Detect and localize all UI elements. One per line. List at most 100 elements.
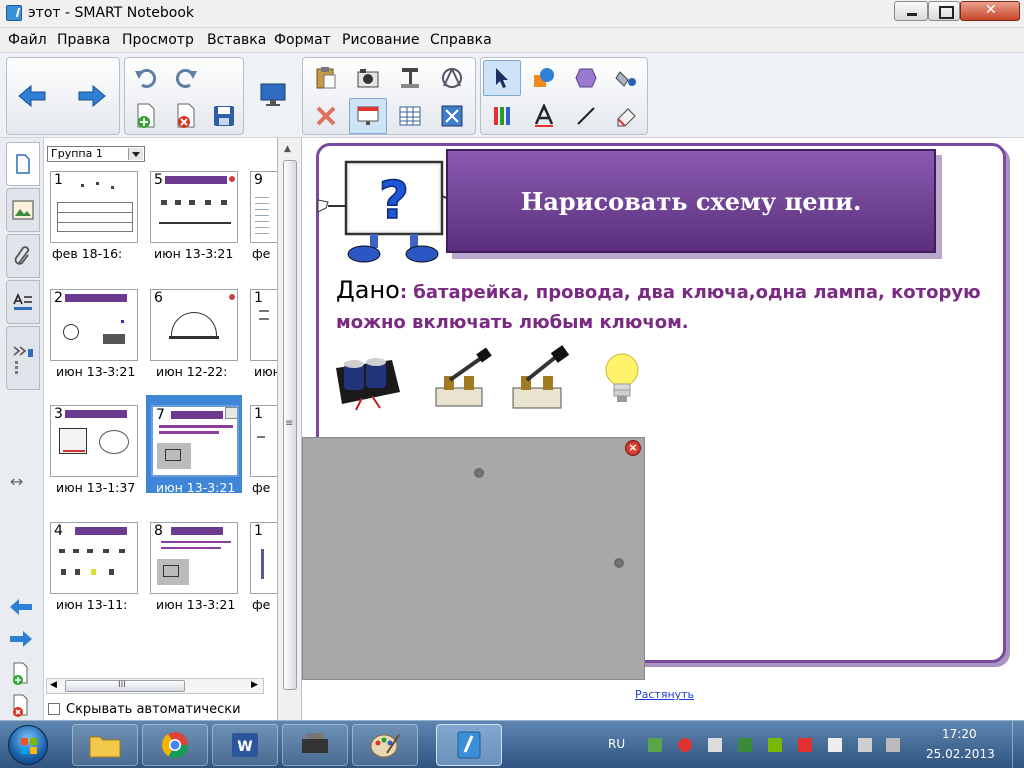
scroll-thumb[interactable]: III [65, 680, 185, 692]
magic-eraser-button[interactable] [567, 60, 605, 96]
menu-insert[interactable]: Вставка [207, 32, 266, 48]
taskbar-paint[interactable] [352, 724, 418, 766]
page-thumbnail-11[interactable]: 1 [250, 405, 277, 477]
screen-shade-button[interactable] [349, 98, 387, 134]
clock-time[interactable]: 17:20 [942, 727, 977, 741]
sorter-horizontal-scrollbar[interactable]: ◀ III ▶ [46, 678, 264, 694]
group-select[interactable]: Группа 1 [47, 146, 145, 162]
show-desktop-button[interactable] [1012, 721, 1024, 768]
back-button[interactable] [13, 58, 51, 134]
fill-button[interactable] [607, 60, 645, 96]
text-button[interactable] [525, 98, 563, 134]
add-page-icon [13, 662, 28, 685]
autohide-checkbox[interactable] [48, 703, 60, 715]
page-number: 1 [254, 406, 263, 422]
delete-button[interactable] [307, 98, 345, 134]
add-page-button[interactable] [127, 98, 165, 134]
menu-help[interactable]: Справка [430, 32, 492, 48]
shade-handle[interactable] [614, 558, 624, 568]
sidebar-delete-page-button[interactable] [10, 694, 32, 721]
antivirus-icon[interactable] [678, 738, 692, 752]
table-button[interactable] [391, 98, 429, 134]
eraser-icon [575, 68, 597, 88]
language-indicator[interactable]: RU [608, 737, 625, 751]
scroll-left-icon[interactable]: ◀ [50, 680, 57, 690]
page-number: 1 [254, 290, 263, 306]
page-thumbnail-label: июн 13-3:21 [56, 364, 136, 379]
redo-button[interactable] [167, 60, 205, 96]
start-button[interactable] [8, 725, 48, 765]
taskbar-smart-notebook[interactable] [436, 724, 502, 766]
maximize-button[interactable] [928, 1, 960, 21]
page-thumbnail-5[interactable]: 5 [150, 171, 238, 243]
speaker-icon[interactable] [886, 738, 900, 752]
shade-handle[interactable] [474, 468, 484, 478]
nvidia-icon[interactable] [768, 738, 782, 752]
monitor-icon[interactable] [858, 738, 872, 752]
taskbar-word[interactable]: W [212, 724, 278, 766]
screen-shade-panel[interactable]: × [302, 437, 645, 680]
undo-button[interactable] [127, 60, 165, 96]
tab-gallery[interactable] [6, 188, 40, 232]
camera-button[interactable] [349, 60, 387, 96]
network-icon[interactable] [648, 738, 662, 752]
page-thumbnail-7[interactable]: 7 [151, 405, 239, 477]
flag-icon[interactable] [828, 738, 842, 752]
scroll-right-icon[interactable]: ▶ [251, 680, 258, 690]
pens-button[interactable] [483, 98, 521, 134]
shield-icon[interactable] [798, 738, 812, 752]
paste-button[interactable] [307, 60, 345, 96]
page-canvas[interactable]: ? Нарисовать схему цепи. Дано: батарейка… [302, 138, 1024, 720]
forward-button[interactable] [73, 58, 111, 134]
menu-file[interactable]: Файл [8, 32, 47, 48]
save-button[interactable] [205, 98, 243, 134]
minimize-button[interactable] [894, 1, 928, 21]
resize-arrows-icon[interactable]: ↔ [10, 472, 23, 491]
sync-icon[interactable] [738, 738, 752, 752]
page-thumbnail-12[interactable]: 1 [250, 522, 277, 594]
stretch-link[interactable]: Растянуть [635, 688, 694, 701]
tab-page-sorter[interactable] [6, 142, 40, 186]
tab-attachments[interactable] [6, 234, 40, 278]
eraser-button[interactable] [607, 98, 645, 134]
tab-properties[interactable] [6, 280, 40, 324]
document-camera-button[interactable] [391, 60, 429, 96]
taskbar-document-camera[interactable] [282, 724, 348, 766]
page-thumbnail-4[interactable]: 4 [50, 522, 138, 594]
select-button[interactable] [483, 60, 521, 96]
fullscreen-button[interactable] [433, 98, 471, 134]
close-shade-icon[interactable]: × [625, 440, 641, 456]
page-thumbnail-2[interactable]: 2 [50, 289, 138, 361]
network-error-icon[interactable] [708, 738, 722, 752]
remove-page-icon [13, 694, 28, 717]
panel-splitter[interactable]: ▲ ≡ [278, 138, 302, 720]
clock-date[interactable]: 25.02.2013 [926, 747, 995, 761]
3d-tools-button[interactable] [433, 60, 471, 96]
chevron-down-icon[interactable] [128, 148, 143, 160]
taskbar-explorer[interactable] [72, 724, 138, 766]
page-thumbnail-1[interactable]: 1 [50, 171, 138, 243]
page-thumbnail-label: июн 13-11: [56, 597, 128, 612]
screen-capture-button[interactable] [254, 57, 292, 133]
shapes-button[interactable] [525, 60, 563, 96]
delete-page-button[interactable] [167, 98, 205, 134]
page-thumbnail-9[interactable]: 9 [250, 171, 277, 243]
menu-edit[interactable]: Правка [57, 32, 110, 48]
menu-draw[interactable]: Рисование [342, 32, 420, 48]
sidebar-add-page-button[interactable] [10, 662, 32, 689]
line-button[interactable] [567, 98, 605, 134]
menu-format[interactable]: Формат [274, 32, 331, 48]
tab-addons[interactable] [6, 326, 40, 390]
page-back-button[interactable] [8, 598, 34, 619]
page-forward-button[interactable] [8, 630, 34, 651]
menu-view[interactable]: Просмотр [122, 32, 194, 48]
page-thumbnail-10[interactable]: 1 [250, 289, 277, 361]
page-thumbnail-8[interactable]: 8 [150, 522, 238, 594]
taskbar-chrome[interactable] [142, 724, 208, 766]
page-thumbnail-3[interactable]: 3 [50, 405, 138, 477]
page-thumbnail-6[interactable]: 6 [150, 289, 238, 361]
page-number: 8 [154, 523, 163, 539]
tools-group [480, 57, 648, 135]
scroll-up-icon[interactable]: ▲ [284, 144, 291, 154]
close-button[interactable] [960, 1, 1020, 21]
